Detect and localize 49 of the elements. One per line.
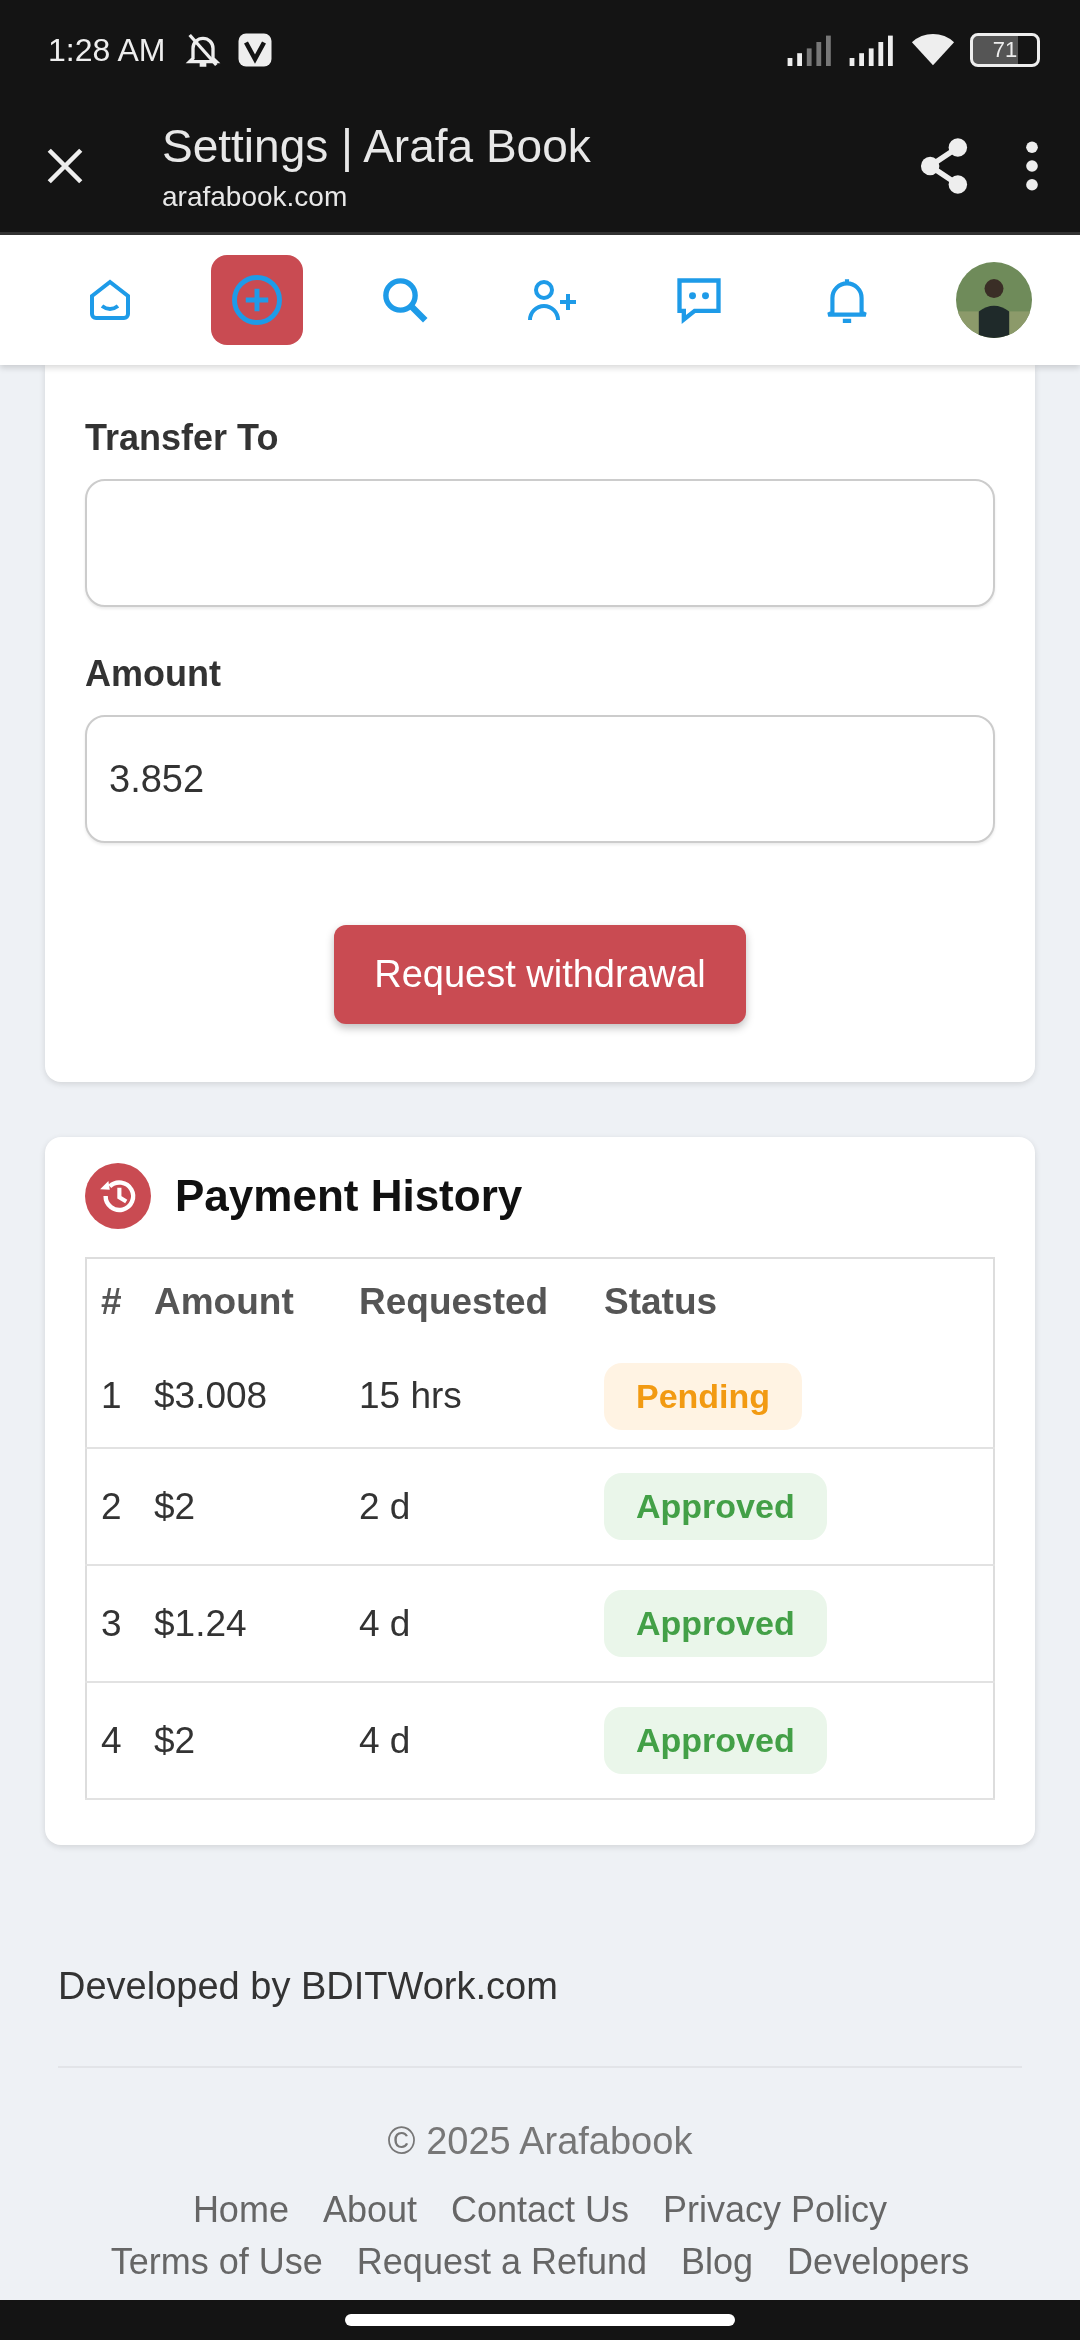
history-icon — [85, 1163, 151, 1229]
signal-icon — [786, 34, 834, 66]
table-cell: 15 hrs — [345, 1345, 590, 1448]
footer-link[interactable]: Privacy Policy — [663, 2189, 888, 2231]
footer-link[interactable]: Developers — [787, 2241, 970, 2283]
add-person-icon — [525, 278, 579, 322]
status-badge: Approved — [604, 1590, 827, 1657]
column-header: Requested — [345, 1258, 590, 1345]
field-label: Transfer To — [85, 417, 280, 459]
footer-link[interactable]: Request a Refund — [356, 2241, 648, 2283]
status-time: 1:28 AM — [48, 31, 166, 69]
add-icon — [230, 273, 285, 327]
footer-link[interactable]: Blog — [681, 2241, 754, 2283]
status-badge: Approved — [604, 1707, 827, 1774]
table-cell: $3.008 — [140, 1345, 345, 1448]
table-cell: 4 d — [345, 1565, 590, 1682]
status-badge: Pending — [604, 1362, 803, 1430]
developer-credit: Developed by BDITWork.com — [58, 1965, 559, 2008]
signal-icon — [848, 34, 896, 66]
page-title: Settings | Arafa Book — [162, 119, 592, 173]
wifi-icon — [910, 32, 956, 68]
table-cell: 2 d — [345, 1448, 590, 1565]
field-label: Amount — [85, 653, 222, 695]
footer-link[interactable]: Terms of Use — [110, 2241, 323, 2283]
nav-add-button[interactable] — [211, 255, 304, 345]
page-url: arafabook.com — [162, 181, 349, 213]
app-icon — [237, 32, 274, 68]
status-badge: Approved — [604, 1473, 827, 1540]
column-header: # — [86, 1258, 140, 1345]
table-cell: 2 — [86, 1448, 140, 1565]
table-cell: $2 — [140, 1448, 345, 1565]
column-header: Status — [590, 1258, 994, 1345]
input-field[interactable]: 3.852 — [85, 715, 995, 843]
footer-link[interactable]: Home — [192, 2189, 289, 2231]
section-title: Payment History — [175, 1171, 523, 1221]
column-header: Amount — [140, 1258, 345, 1345]
table-cell: 1 — [86, 1345, 140, 1448]
battery-level: 71 — [992, 37, 1018, 63]
more-icon[interactable] — [1024, 141, 1040, 191]
table-cell: 3 — [86, 1565, 140, 1682]
table-cell: $1.24 — [140, 1565, 345, 1682]
input-field[interactable] — [85, 479, 995, 607]
table-cell: 4 d — [345, 1682, 590, 1799]
footer-link[interactable]: Contact Us — [451, 2189, 630, 2231]
request-withdrawal-button[interactable]: Request withdrawal — [334, 925, 746, 1024]
table-cell: 4 — [86, 1682, 140, 1799]
copyright-text: © 2025 Arafabook — [386, 2120, 694, 2163]
table-cell: $2 — [140, 1682, 345, 1799]
footer-link[interactable]: About — [322, 2189, 417, 2231]
